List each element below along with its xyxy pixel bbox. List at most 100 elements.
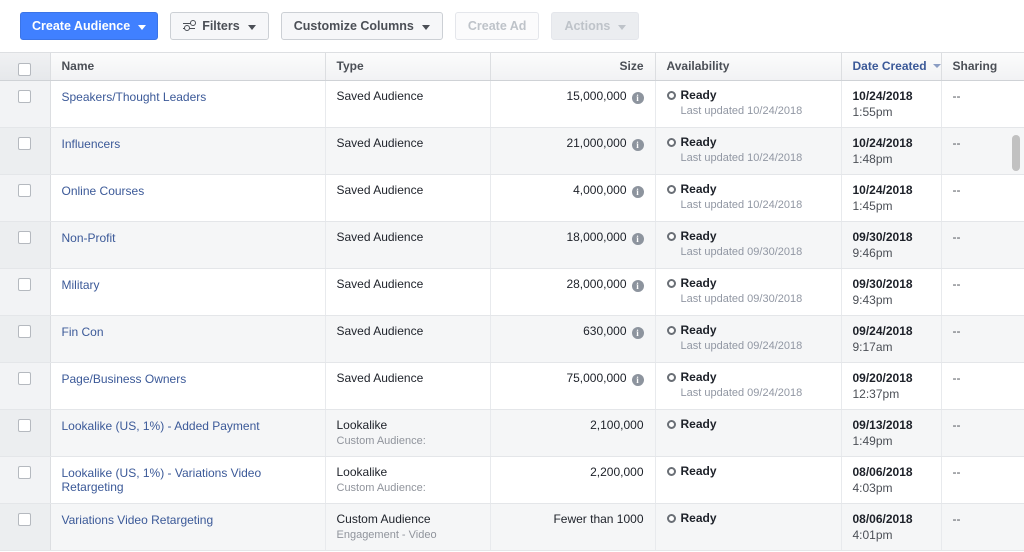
audience-name-link[interactable]: Lookalike (US, 1%) - Added Payment <box>62 418 314 433</box>
info-icon[interactable]: i <box>631 232 644 245</box>
audience-type-cell: Saved Audience <box>325 268 491 316</box>
audience-name-link[interactable]: Fin Con <box>62 324 314 339</box>
time-created: 12:37pm <box>852 386 900 401</box>
audience-name-link[interactable]: Page/Business Owners <box>62 371 314 386</box>
select-all-header[interactable] <box>0 53 51 81</box>
table-row[interactable]: Page/Business Owners Saved Audience 75,000… <box>0 362 1024 410</box>
audience-name-cell[interactable]: Variations Video Retargeting <box>50 503 326 551</box>
column-header-availability[interactable]: Availability <box>655 53 842 81</box>
row-select-cell[interactable] <box>0 221 51 269</box>
row-checkbox[interactable] <box>18 418 32 432</box>
table-row[interactable]: Variations Video Retargeting Custom Audie… <box>0 503 1024 551</box>
info-icon[interactable]: i <box>631 326 644 339</box>
audience-name-cell[interactable]: Influencers <box>50 127 326 175</box>
row-checkbox[interactable] <box>18 324 32 338</box>
sharing-value: -- <box>952 276 961 291</box>
column-header-availability-label: Availability <box>666 59 730 74</box>
table-row[interactable]: Influencers Saved Audience 21,000,000 i Read… <box>0 127 1024 175</box>
column-header-sharing[interactable]: Sharing <box>941 53 1024 81</box>
row-select-cell[interactable] <box>0 80 51 128</box>
column-header-name[interactable]: Name <box>50 53 326 81</box>
audience-type-sub: Engagement - Video <box>336 528 437 541</box>
row-checkbox[interactable] <box>18 277 32 291</box>
row-checkbox[interactable] <box>18 183 32 197</box>
audience-name-cell[interactable]: Lookalike (US, 1%) - Added Payment <box>50 409 326 457</box>
customize-columns-button[interactable]: Customize Columns <box>280 12 443 40</box>
audience-name-link[interactable]: Military <box>62 277 314 292</box>
sort-descending-icon[interactable] <box>932 64 941 69</box>
column-header-date-created[interactable]: Date Created <box>841 53 942 81</box>
row-select-cell[interactable] <box>0 174 51 222</box>
audience-availability-cell: Ready <box>655 456 842 504</box>
audience-availability-cell: Ready Last updated 10/24/2018 <box>655 174 842 222</box>
row-select-cell[interactable] <box>0 409 51 457</box>
table-row[interactable]: Non-Profit Saved Audience 18,000,000 i Ready… <box>0 221 1024 269</box>
vertical-scrollbar-thumb[interactable] <box>1012 135 1020 171</box>
row-checkbox[interactable] <box>18 230 32 244</box>
audience-name-cell[interactable]: Speakers/Thought Leaders <box>50 80 326 128</box>
table-row[interactable]: Speakers/Thought Leaders Saved Audience 15… <box>0 80 1024 128</box>
row-checkbox[interactable] <box>18 89 32 103</box>
row-select-cell[interactable] <box>0 127 51 175</box>
info-icon[interactable]: i <box>631 138 644 151</box>
time-created: 1:55pm <box>852 104 893 119</box>
audience-name-link[interactable]: Speakers/Thought Leaders <box>62 89 314 104</box>
audience-name-link[interactable]: Variations Video Retargeting <box>62 512 314 527</box>
row-checkbox[interactable] <box>18 371 32 385</box>
column-header-type[interactable]: Type <box>325 53 491 81</box>
sharing-value: -- <box>952 135 961 150</box>
table-row[interactable]: Online Courses Saved Audience 4,000,000 i Re… <box>0 174 1024 222</box>
availability-status: Ready <box>680 463 717 478</box>
row-checkbox[interactable] <box>18 512 32 526</box>
audience-sharing-cell: -- <box>941 268 1024 316</box>
create-audience-button[interactable]: Create Audience <box>20 12 159 40</box>
info-icon[interactable]: i <box>631 373 644 386</box>
audience-name-link[interactable]: Lookalike (US, 1%) - Variations Video Re… <box>62 465 314 494</box>
filter-sliders-icon <box>183 20 197 31</box>
date-created: 09/20/2018 <box>852 370 913 385</box>
ready-status-icon <box>666 137 676 147</box>
audience-type-cell: Saved Audience <box>325 174 491 222</box>
audience-type-cell: Saved Audience <box>325 127 491 175</box>
audience-date-created-cell: 09/30/2018 9:43pm <box>841 268 942 316</box>
table-row[interactable]: Lookalike (US, 1%) - Added Payment Lookal… <box>0 409 1024 457</box>
row-select-cell[interactable] <box>0 503 51 551</box>
audience-name-cell[interactable]: Online Courses <box>50 174 326 222</box>
audience-name-link[interactable]: Non-Profit <box>62 230 314 245</box>
time-created: 1:49pm <box>852 433 893 448</box>
ready-status-icon <box>666 466 676 476</box>
sharing-value: -- <box>952 229 961 244</box>
audience-size-cell: 28,000,000 i <box>490 268 656 316</box>
info-icon[interactable]: i <box>631 91 644 104</box>
audience-name-link[interactable]: Influencers <box>62 136 314 151</box>
audience-name-cell[interactable]: Military <box>50 268 326 316</box>
row-select-cell[interactable] <box>0 268 51 316</box>
audience-sharing-cell: -- <box>941 503 1024 551</box>
filters-button[interactable]: Filters <box>170 12 269 40</box>
audience-name-cell[interactable]: Lookalike (US, 1%) - Variations Video Re… <box>50 456 326 504</box>
audience-name-cell[interactable]: Fin Con <box>50 315 326 363</box>
audience-name-link[interactable]: Online Courses <box>62 183 314 198</box>
row-select-cell[interactable] <box>0 456 51 504</box>
info-icon[interactable]: i <box>631 279 644 292</box>
row-checkbox[interactable] <box>18 136 32 150</box>
table-row[interactable]: Lookalike (US, 1%) - Variations Video Re… <box>0 456 1024 504</box>
audience-name-cell[interactable]: Page/Business Owners <box>50 362 326 410</box>
table-row[interactable]: Fin Con Saved Audience 630,000 i Ready Last u… <box>0 315 1024 363</box>
audience-name-cell[interactable]: Non-Profit <box>50 221 326 269</box>
select-all-checkbox[interactable] <box>18 62 32 76</box>
info-icon[interactable]: i <box>631 185 644 198</box>
sharing-value: -- <box>952 88 961 103</box>
table-row[interactable]: Military Saved Audience 28,000,000 i Ready La… <box>0 268 1024 316</box>
audience-type: Custom Audience <box>336 511 431 526</box>
row-select-cell[interactable] <box>0 362 51 410</box>
row-checkbox[interactable] <box>18 465 32 479</box>
create-ad-button: Create Ad <box>454 12 540 40</box>
availability-status: Ready <box>680 369 717 384</box>
column-header-size[interactable]: Size <box>490 53 656 81</box>
audience-size-cell: Fewer than 1000 <box>490 503 656 551</box>
time-created: 9:43pm <box>852 292 893 307</box>
vertical-scrollbar-track[interactable] <box>1012 81 1022 552</box>
row-select-cell[interactable] <box>0 315 51 363</box>
sharing-value: -- <box>952 370 961 385</box>
